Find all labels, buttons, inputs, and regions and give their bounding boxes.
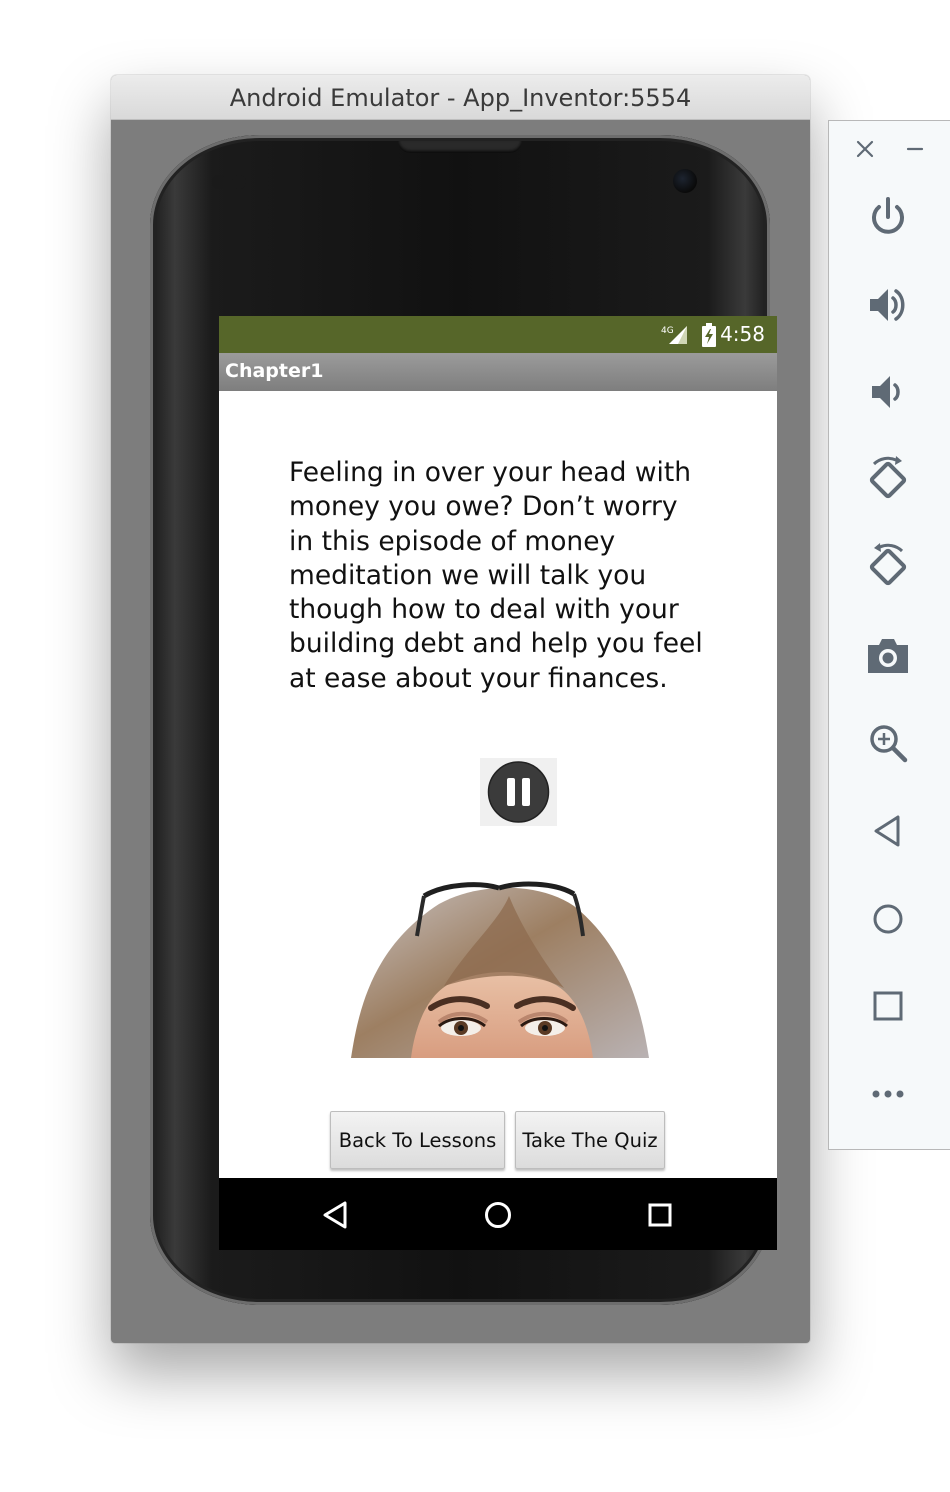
emulator-window: Android Emulator - App_Inventor:5554 4G … — [111, 75, 810, 1343]
back-icon — [874, 815, 900, 847]
more-button[interactable] — [862, 1068, 914, 1120]
light-sensor — [232, 175, 246, 189]
signal-icon: 4G — [661, 326, 687, 344]
rotate-left-button[interactable] — [862, 454, 914, 506]
zoom-icon — [870, 725, 908, 763]
volume-down-icon — [872, 376, 900, 408]
pause-icon — [487, 761, 550, 823]
recents-icon[interactable] — [643, 1198, 677, 1232]
home-button[interactable] — [862, 893, 914, 945]
front-camera — [673, 169, 697, 193]
screenshot-button[interactable] — [862, 629, 914, 681]
close-icon[interactable] — [853, 137, 877, 161]
emulator-toolbar — [828, 120, 950, 1150]
take-the-quiz-button[interactable]: Take The Quiz — [515, 1111, 665, 1169]
network-type-label: 4G — [661, 326, 674, 336]
proximity-sensor — [212, 175, 226, 189]
rotate-right-button[interactable] — [862, 541, 914, 593]
screen-title: Chapter1 — [225, 360, 324, 382]
window-title: Android Emulator - App_Inventor:5554 — [111, 75, 810, 120]
rotate-right-icon — [869, 543, 907, 586]
device-screen: 4G 4:58 Chapter1 Feeling in over your he… — [219, 316, 777, 1250]
phone-frame: 4G 4:58 Chapter1 Feeling in over your he… — [150, 135, 777, 1305]
rotate-left-icon — [869, 456, 907, 499]
more-icon — [872, 1090, 904, 1098]
back-button[interactable] — [862, 805, 914, 857]
home-icon — [873, 904, 903, 934]
battery-charging-icon — [702, 323, 716, 347]
overview-icon — [873, 991, 903, 1021]
woman-portrait-image — [351, 881, 649, 1058]
volume-down-button[interactable] — [862, 366, 914, 418]
power-button[interactable] — [862, 191, 914, 243]
episode-description: Feeling in over your head with money you… — [289, 457, 703, 694]
volume-up-button[interactable] — [862, 279, 914, 331]
pause-button[interactable] — [480, 758, 557, 826]
back-to-lessons-button[interactable]: Back To Lessons — [330, 1111, 505, 1169]
camera-icon — [868, 639, 908, 673]
earpiece-speaker — [398, 141, 522, 153]
back-icon[interactable] — [319, 1198, 353, 1232]
home-icon[interactable] — [481, 1198, 515, 1232]
status-bar: 4G 4:58 — [219, 316, 777, 353]
clock: 4:58 — [720, 322, 765, 346]
power-icon — [872, 197, 904, 234]
navigation-bar — [219, 1178, 777, 1250]
zoom-button[interactable] — [862, 717, 914, 769]
action-bar: Chapter1 — [219, 353, 777, 391]
minimize-icon[interactable] — [903, 137, 927, 161]
overview-button[interactable] — [862, 980, 914, 1032]
volume-up-icon — [870, 289, 905, 321]
